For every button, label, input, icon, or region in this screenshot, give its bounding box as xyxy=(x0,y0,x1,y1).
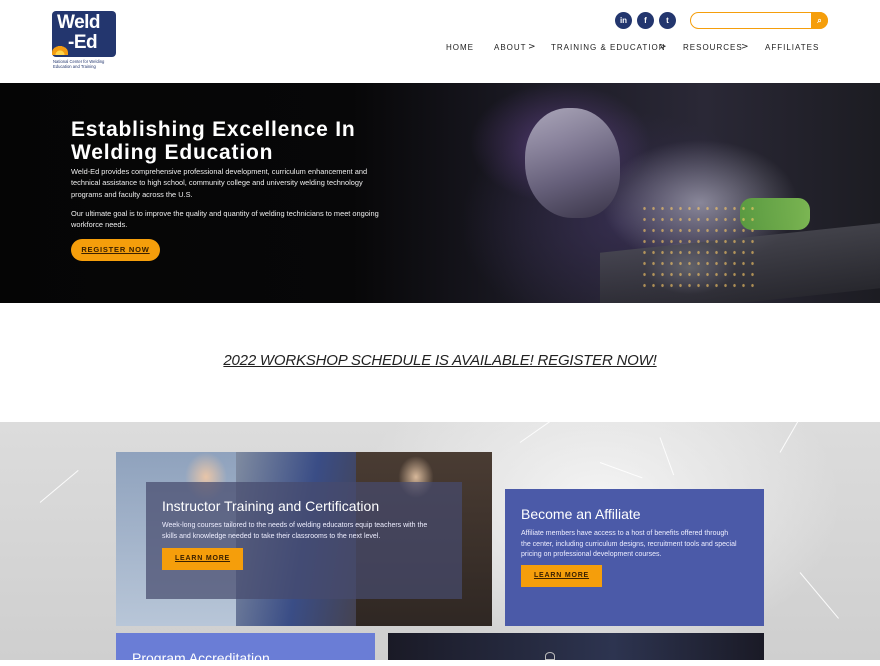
hero-goal: Our ultimate goal is to improve the qual… xyxy=(71,208,391,231)
search-icon: ⌕ xyxy=(817,15,822,25)
search-button[interactable]: ⌕ xyxy=(811,11,828,29)
instructor-learn-more-button[interactable]: LEARN MORE xyxy=(162,548,243,570)
hero-description-line3: programs and faculty across the U.S. xyxy=(71,189,193,199)
chevron-right-icon: > xyxy=(741,42,749,52)
spark-streak xyxy=(519,422,570,443)
nav-training-education[interactable]: TRAINING & EDUCATION xyxy=(551,43,666,55)
instructor-training-text-line1: Week-long courses tailored to the needs … xyxy=(162,522,428,529)
nav-about[interactable]: ABOUT xyxy=(494,43,527,55)
linkedin-icon[interactable]: in xyxy=(615,12,632,29)
logo-badge: Weld -Ed xyxy=(52,11,116,57)
affiliate-text-line1: Affiliate members have access to a host … xyxy=(521,530,729,537)
search-box: ⌕ xyxy=(690,11,828,29)
weld-ed-logo[interactable]: Weld -Ed National Center for Welding Edu… xyxy=(52,11,118,73)
hero-description-line2: technical assistance to high school, com… xyxy=(71,178,363,188)
sunburst-icon xyxy=(52,45,68,55)
welding-helmet-icon xyxy=(545,652,555,660)
program-accreditation-card[interactable]: Program Accreditation xyxy=(116,633,375,666)
logo-text-line2: -Ed xyxy=(68,32,98,53)
instructor-training-text-line2: skills and knowledge needed to take thei… xyxy=(162,532,381,540)
program-accreditation-title: Program Accreditation xyxy=(132,650,270,666)
hero-goal-line1: Our ultimate goal is to improve the qual… xyxy=(71,209,379,218)
spark-streak xyxy=(39,469,79,503)
site-header: Weld -Ed National Center for Welding Edu… xyxy=(0,0,880,83)
welding-photo-card xyxy=(388,633,764,660)
workshop-schedule-link[interactable]: 2022 WORKSHOP SCHEDULE IS AVAILABLE! REG… xyxy=(0,352,880,369)
sparks-image xyxy=(640,203,760,293)
instructor-training-title: Instructor Training and Certification xyxy=(162,498,380,514)
hero-title: Establishing Excellence In Welding Educa… xyxy=(71,118,401,164)
affiliate-learn-more-button[interactable]: LEARN MORE xyxy=(521,565,602,587)
hero-description: Weld-Ed provides comprehensive professio… xyxy=(71,166,391,200)
spark-streak xyxy=(799,572,839,619)
hero-banner: Establishing Excellence In Welding Educa… xyxy=(0,83,880,303)
register-now-button[interactable]: REGISTER NOW xyxy=(71,239,160,261)
nav-home[interactable]: HOME xyxy=(446,43,474,55)
spark-streak xyxy=(779,422,816,453)
hero-description-line1: Weld-Ed provides comprehensive professio… xyxy=(71,167,368,176)
affiliate-text: Affiliate members have access to a host … xyxy=(521,529,761,561)
facebook-icon[interactable]: f xyxy=(637,12,654,29)
spark-streak xyxy=(599,462,643,479)
chevron-right-icon: > xyxy=(528,42,536,52)
nav-resources[interactable]: RESOURCES xyxy=(683,43,743,55)
hero-title-line2: Welding Education xyxy=(71,141,274,164)
logo-text-line1: Weld xyxy=(57,12,101,33)
welder-helmet-image xyxy=(525,108,620,218)
twitter-icon[interactable]: t xyxy=(659,12,676,29)
nav-affiliates[interactable]: AFFILIATES xyxy=(765,43,819,55)
logo-subtitle-line2: Education and Training xyxy=(53,64,96,69)
affiliate-title: Become an Affiliate xyxy=(521,506,641,522)
hero-goal-line2: workforce needs. xyxy=(71,220,128,230)
chevron-right-icon: > xyxy=(659,42,667,52)
instructor-training-text: Week-long courses tailored to the needs … xyxy=(162,521,452,542)
affiliate-text-line3: pricing on professional development cour… xyxy=(521,551,662,558)
hero-title-line1: Establishing Excellence In xyxy=(71,118,356,141)
search-input[interactable] xyxy=(697,14,807,26)
affiliate-text-line2: the center, including curriculum designs… xyxy=(521,540,737,548)
logo-subtitle: National Center for Welding Education an… xyxy=(53,59,119,69)
spark-streak xyxy=(659,437,675,476)
